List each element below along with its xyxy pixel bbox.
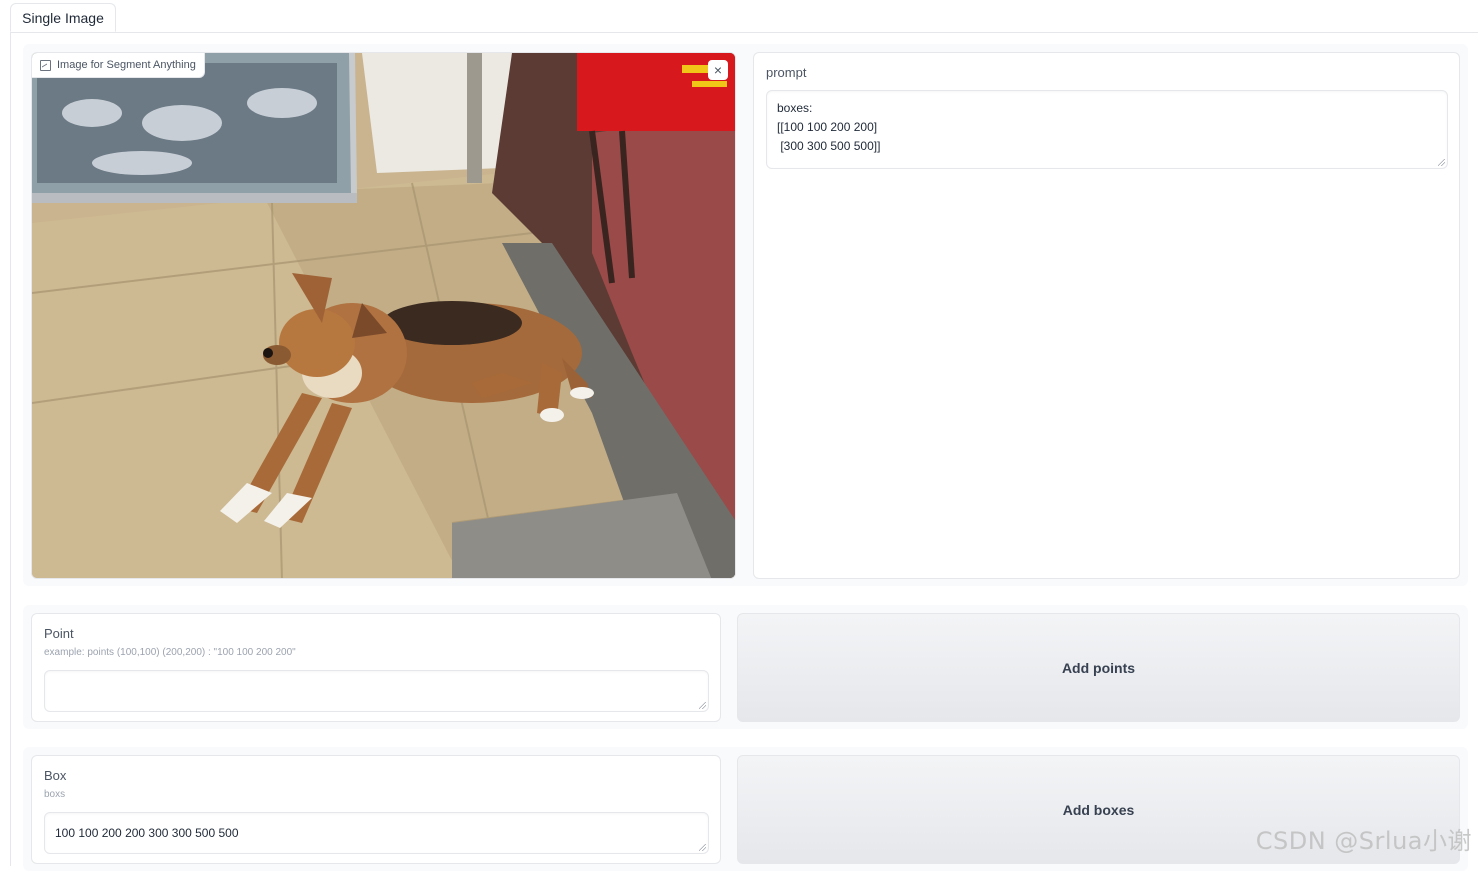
- box-textarea[interactable]: 100 100 200 200 300 300 500 500: [44, 812, 709, 854]
- tab-bar: Single Image: [10, 0, 1478, 33]
- box-info: boxs: [44, 789, 66, 800]
- image-input-label-text: Image for Segment Anything: [57, 59, 196, 71]
- point-row: Point example: points (100,100) (200,200…: [23, 605, 1468, 729]
- close-icon[interactable]: ×: [708, 60, 728, 80]
- prompt-textbox: prompt boxes: [[100 100 200 200] [300 30…: [753, 52, 1460, 579]
- prompt-textarea[interactable]: boxes: [[100 100 200 200] [300 300 500 5…: [766, 90, 1448, 169]
- box-label: Box: [44, 768, 67, 783]
- watermark: CSDN @Srlua小谢: [1255, 827, 1472, 855]
- image-icon: [40, 59, 51, 71]
- uploaded-image[interactable]: [32, 53, 736, 579]
- box-textbox: Box boxs 100 100 200 200 300 300 500 500: [31, 755, 721, 864]
- point-textbox: Point example: points (100,100) (200,200…: [31, 613, 721, 722]
- add-points-button[interactable]: Add points: [737, 613, 1460, 722]
- tab-single-image[interactable]: Single Image: [10, 3, 116, 32]
- box-row: Box boxs 100 100 200 200 300 300 500 500…: [23, 747, 1468, 871]
- point-label: Point: [44, 626, 74, 641]
- prompt-label: prompt: [766, 65, 807, 80]
- point-info: example: points (100,100) (200,200) : "1…: [44, 647, 296, 658]
- image-input[interactable]: Image for Segment Anything ×: [31, 52, 736, 579]
- image-input-label: Image for Segment Anything: [32, 53, 205, 78]
- image-prompt-row: Image for Segment Anything × prompt boxe…: [23, 44, 1468, 586]
- point-textarea[interactable]: [44, 670, 709, 712]
